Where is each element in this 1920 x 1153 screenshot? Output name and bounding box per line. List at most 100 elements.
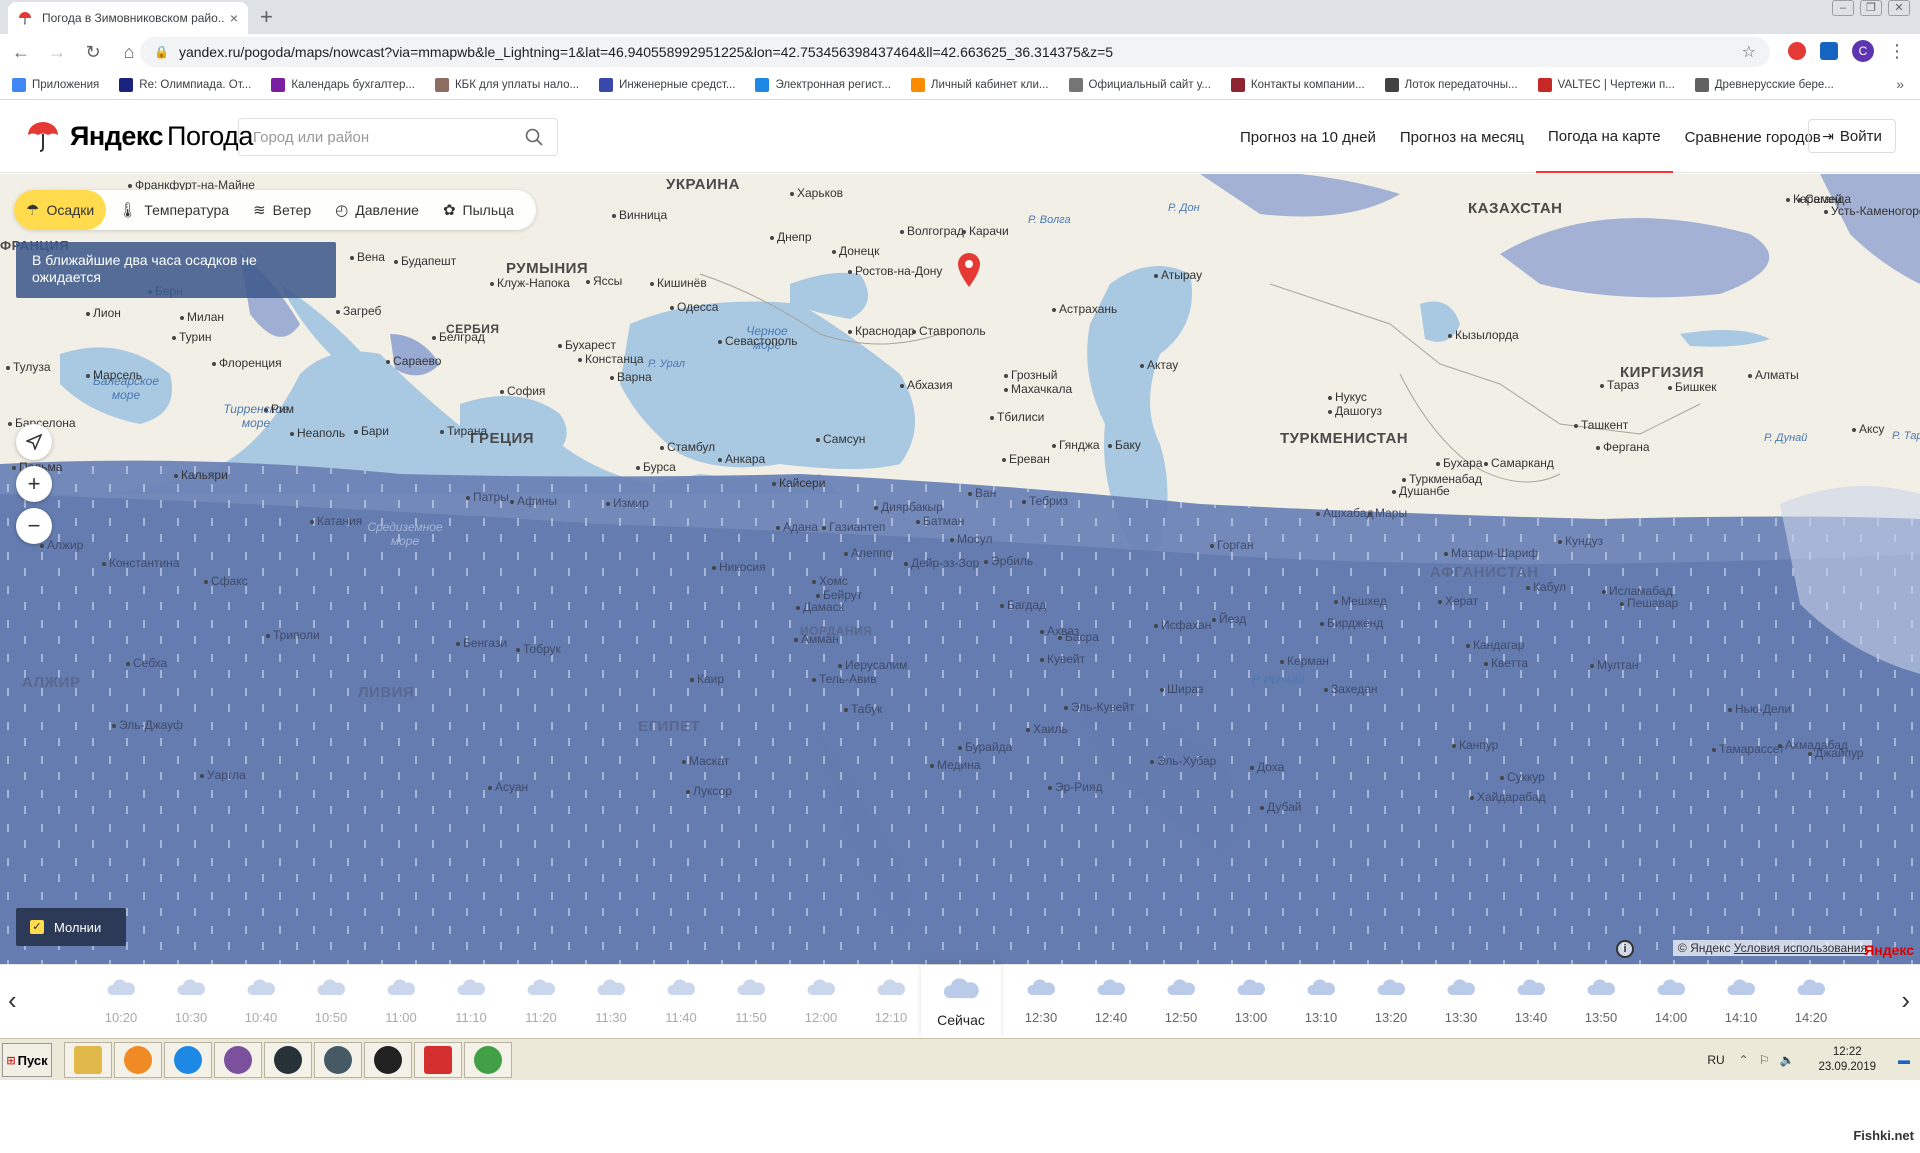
login-button[interactable]: ⇥ Войти <box>1808 119 1896 153</box>
city-label: Константина <box>102 556 179 570</box>
city-search-input[interactable] <box>253 128 525 146</box>
taskbar-app-button[interactable] <box>114 1042 162 1078</box>
timeline-slot[interactable]: 13:50 <box>1566 965 1636 1039</box>
layer-tab[interactable]: ☂ Осадки <box>14 190 107 230</box>
chrome-icon <box>474 1046 502 1074</box>
address-bar[interactable]: 🔒 yandex.ru/pogoda/maps/nowcast?via=mmap… <box>140 37 1770 67</box>
volume-icon[interactable]: 🔈 <box>1779 1053 1794 1067</box>
tab-title: Погода в Зимовниковском райо... <box>42 11 224 25</box>
restore-icon[interactable]: ❐ <box>1860 0 1882 16</box>
bookmark-item[interactable]: Официальный сайт у... <box>1068 77 1211 92</box>
layer-tab[interactable]: ≋ Ветер <box>241 190 323 230</box>
city-label: Медина <box>930 758 981 772</box>
shield-app-icon <box>324 1046 352 1074</box>
show-desktop-icon[interactable]: ▬ <box>1898 1053 1910 1067</box>
lightning-toggle[interactable]: ✓ Молнии <box>16 908 126 946</box>
timeline-slot[interactable]: 13:20 <box>1356 965 1426 1039</box>
search-icon[interactable] <box>525 128 543 146</box>
taskbar-app-button[interactable] <box>314 1042 362 1078</box>
timeline-slot[interactable]: 10:20 <box>86 965 156 1039</box>
timeline-slot[interactable]: 13:40 <box>1496 965 1566 1039</box>
zoom-out-button[interactable]: − <box>16 508 52 544</box>
timeline-slot[interactable]: 12:10 <box>856 965 926 1039</box>
nav-link[interactable]: Прогноз на 10 дней <box>1228 101 1388 173</box>
locate-me-button[interactable] <box>16 424 52 460</box>
language-indicator[interactable]: RU <box>1707 1053 1724 1067</box>
taskbar-app-button[interactable] <box>364 1042 412 1078</box>
close-tab-icon[interactable]: × <box>230 10 238 26</box>
bookmark-item[interactable]: Электронная регист... <box>755 77 891 92</box>
weather-map[interactable]: УКРАИНА РУМЫНИЯ СЕРБИЯ ГРЕЦИЯ КАЗАХСТАН … <box>0 174 1920 964</box>
timeline-slot[interactable]: 11:40 <box>646 965 716 1039</box>
minimize-icon[interactable]: – <box>1832 0 1854 16</box>
layer-tab-label: Пыльца <box>462 202 514 218</box>
timeline-slot[interactable]: 14:10 <box>1706 965 1776 1039</box>
city-label: Кветта <box>1484 656 1528 670</box>
bookmark-item[interactable]: Личный кабинет кли... <box>910 77 1049 92</box>
new-tab-button[interactable]: + <box>260 4 273 30</box>
bookmark-item[interactable]: КБК для уплаты нало... <box>434 77 579 92</box>
timeline-slot[interactable]: 13:10 <box>1286 965 1356 1039</box>
timeline-slot[interactable]: 10:50 <box>296 965 366 1039</box>
bookmark-item[interactable]: Инженерные средст... <box>599 77 735 92</box>
terms-link[interactable]: Условия использования <box>1734 941 1867 955</box>
bookmark-star-icon[interactable]: ☆ <box>1742 42 1756 62</box>
timeline-prev-button[interactable]: ‹ <box>8 985 17 1016</box>
clock[interactable]: 12:22 23.09.2019 <box>1818 1045 1876 1075</box>
info-icon[interactable]: i <box>1616 940 1634 958</box>
timeline-slot[interactable]: 12:50 <box>1146 965 1216 1039</box>
timeline-time-label: 10:30 <box>174 1010 208 1025</box>
timeline-next-button[interactable]: › <box>1901 985 1910 1016</box>
flag-icon[interactable]: ⚐ <box>1759 1053 1770 1067</box>
timeline-slot[interactable]: 12:00 <box>786 965 856 1039</box>
timeline-slot[interactable]: 11:30 <box>576 965 646 1039</box>
reload-icon[interactable]: ↻ <box>78 42 108 63</box>
taskbar-app-button[interactable] <box>464 1042 512 1078</box>
timeline-slot[interactable]: 11:50 <box>716 965 786 1039</box>
browser-tab[interactable]: Погода в Зимовниковском райо... × <box>8 2 248 34</box>
bookmark-item[interactable]: Re: Олимпиада. От... <box>119 77 251 92</box>
bookmark-item[interactable]: Календарь бухгалтер... <box>271 77 415 92</box>
taskbar-app-button[interactable] <box>64 1042 112 1078</box>
timeline-slot[interactable]: 10:40 <box>226 965 296 1039</box>
timeline-now-slot[interactable]: Сейчас <box>921 965 1001 1039</box>
tray-expand-icon[interactable]: ⌃ <box>1739 1053 1749 1067</box>
nav-link[interactable]: Погода на карте <box>1535 101 1673 173</box>
start-button[interactable]: ⊞ Пуск <box>2 1043 52 1077</box>
timeline-slot[interactable]: 12:40 <box>1076 965 1146 1039</box>
layer-tab[interactable]: ✿ Пыльца <box>431 190 526 230</box>
layer-tab[interactable]: ◴ Давление <box>323 190 431 230</box>
bookmark-item[interactable]: VALTEC | Чертежи п... <box>1537 77 1675 92</box>
timeline-slot[interactable]: 13:30 <box>1426 965 1496 1039</box>
zoom-in-button[interactable]: + <box>16 466 52 502</box>
back-icon[interactable]: ← <box>6 42 36 63</box>
bookmarks-more-icon[interactable]: » <box>1896 76 1904 92</box>
timeline-slot[interactable]: 11:20 <box>506 965 576 1039</box>
taskbar-app-button[interactable] <box>214 1042 262 1078</box>
timeline-slot[interactable]: 14:00 <box>1636 965 1706 1039</box>
taskbar-app-button[interactable] <box>264 1042 312 1078</box>
translate-extension-icon[interactable] <box>1820 42 1838 60</box>
bookmark-item[interactable]: Древнерусские бере... <box>1694 77 1834 92</box>
timeline-slot[interactable]: 11:10 <box>436 965 506 1039</box>
timeline-slot[interactable]: 13:00 <box>1216 965 1286 1039</box>
forward-icon[interactable]: → <box>42 42 72 63</box>
bookmark-item[interactable]: Контакты компании... <box>1230 77 1365 92</box>
taskbar-app-button[interactable] <box>414 1042 462 1078</box>
city-label: Херат <box>1438 594 1478 608</box>
taskbar-app-button[interactable] <box>164 1042 212 1078</box>
bookmark-item[interactable]: Приложения <box>12 77 99 92</box>
bookmark-item[interactable]: Лоток передаточны... <box>1384 77 1518 92</box>
menu-dots-icon[interactable]: ⋮ <box>1888 41 1906 62</box>
timeline-slot[interactable]: 14:20 <box>1776 965 1846 1039</box>
yandex-weather-logo[interactable]: Яндекс Погода <box>26 119 253 153</box>
timeline-slot[interactable]: 11:00 <box>366 965 436 1039</box>
apps-grid-icon <box>12 77 26 92</box>
nav-link[interactable]: Прогноз на месяц <box>1388 101 1536 173</box>
profile-avatar[interactable]: C <box>1852 40 1874 62</box>
close-window-icon[interactable]: ✕ <box>1888 0 1910 16</box>
timeline-slot[interactable]: 10:30 <box>156 965 226 1039</box>
adblock-extension-icon[interactable] <box>1788 42 1806 60</box>
layer-tab[interactable]: 🌡 Температура <box>106 190 241 230</box>
timeline-slot[interactable]: 12:30 <box>1006 965 1076 1039</box>
